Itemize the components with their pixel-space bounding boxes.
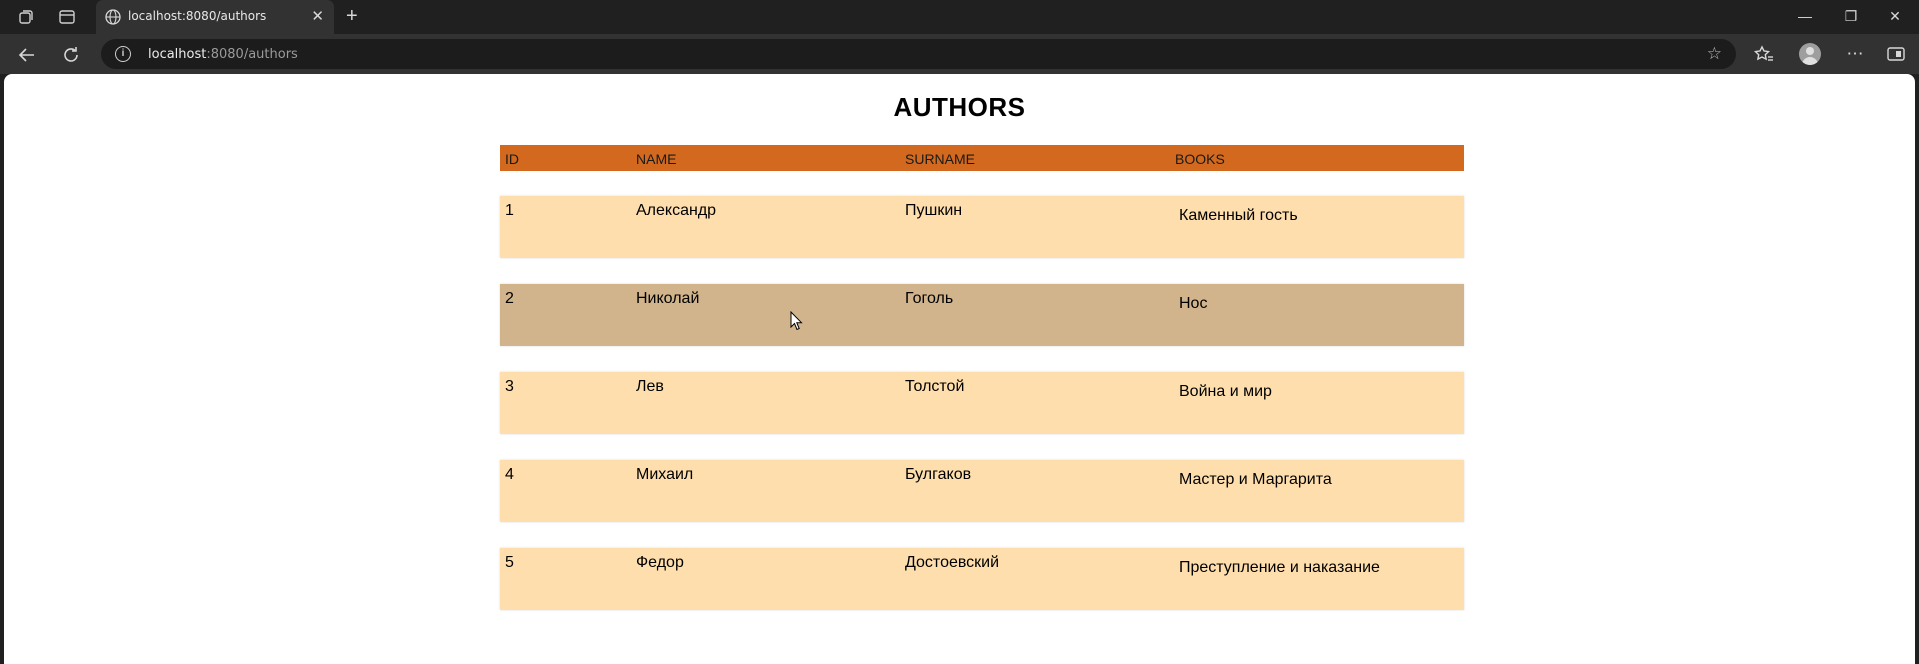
cell-id: 1 <box>505 202 514 219</box>
cell-books: Преступление и наказание <box>1179 559 1380 576</box>
page-viewport: AUTHORS ID NAME SURNAME BOOKS 1 Александ… <box>4 74 1915 664</box>
column-header-surname: SURNAME <box>905 151 976 167</box>
more-icon[interactable]: ⋯ <box>1843 42 1867 66</box>
profile-icon[interactable] <box>1799 43 1821 65</box>
star-icon[interactable]: ☆ <box>1707 44 1722 64</box>
page-title: AUTHORS <box>893 92 1026 122</box>
table-header: ID NAME SURNAME BOOKS <box>500 145 1464 171</box>
active-tab[interactable]: localhost:8080/authors ✕ <box>96 0 334 34</box>
column-header-books: BOOKS <box>1175 151 1225 167</box>
reload-icon[interactable] <box>60 44 82 66</box>
minimize-button[interactable]: — <box>1783 0 1827 34</box>
url-text[interactable]: localhost:8080/authors <box>148 47 298 62</box>
browser-toolbar: i localhost:8080/authors ☆ ⋯ <box>0 34 1919 74</box>
table-row[interactable]: 1 Александр Пушкин Каменный гость <box>500 196 1464 258</box>
close-tab-icon[interactable]: ✕ <box>311 8 324 26</box>
cell-surname: Достоевский <box>905 554 1000 571</box>
column-header-id: ID <box>505 151 519 167</box>
cell-surname: Толстой <box>905 378 965 395</box>
table-row[interactable]: 5 Федор Достоевский Преступление и наказ… <box>500 548 1464 610</box>
cell-surname: Гоголь <box>905 290 954 307</box>
close-window-button[interactable]: ✕ <box>1873 0 1917 34</box>
cell-id: 3 <box>505 378 514 395</box>
cell-books: Нос <box>1179 295 1208 312</box>
cell-name: Михаил <box>636 466 694 483</box>
address-bar[interactable]: i localhost:8080/authors ☆ <box>101 39 1736 69</box>
cell-surname: Булгаков <box>905 466 972 483</box>
cell-surname: Пушкин <box>905 202 963 219</box>
cell-books: Мастер и Маргарита <box>1179 471 1332 488</box>
cell-id: 5 <box>505 554 514 571</box>
globe-icon <box>104 8 122 26</box>
favorites-icon[interactable] <box>1752 42 1776 66</box>
maximize-button[interactable]: ❐ <box>1829 0 1873 34</box>
cell-name: Лев <box>636 378 664 395</box>
info-icon[interactable]: i <box>115 46 131 62</box>
tab-title: localhost:8080/authors <box>128 9 267 23</box>
cell-name: Федор <box>636 554 684 571</box>
cell-id: 4 <box>505 466 514 483</box>
column-header-name: NAME <box>636 151 677 167</box>
new-tab-button[interactable]: + <box>346 6 358 26</box>
cell-id: 2 <box>505 290 514 307</box>
tab-strip: localhost:8080/authors ✕ + — ❐ ✕ <box>0 0 1919 34</box>
workspaces-icon[interactable] <box>16 7 36 27</box>
tab-actions-icon[interactable] <box>57 7 77 27</box>
table-row[interactable]: 3 Лев Толстой Война и мир <box>500 372 1464 434</box>
cell-books: Каменный гость <box>1179 207 1298 224</box>
cell-books: Война и мир <box>1179 383 1272 400</box>
back-arrow-icon[interactable] <box>16 44 38 66</box>
cell-name: Александр <box>636 202 717 219</box>
table-row[interactable]: 2 Николай Гоголь Нос <box>500 284 1464 346</box>
table-row[interactable]: 4 Михаил Булгаков Мастер и Маргарита <box>500 460 1464 522</box>
sidebar-icon[interactable] <box>1884 42 1908 66</box>
mouse-cursor-icon <box>790 311 803 331</box>
cell-name: Николай <box>636 290 700 307</box>
